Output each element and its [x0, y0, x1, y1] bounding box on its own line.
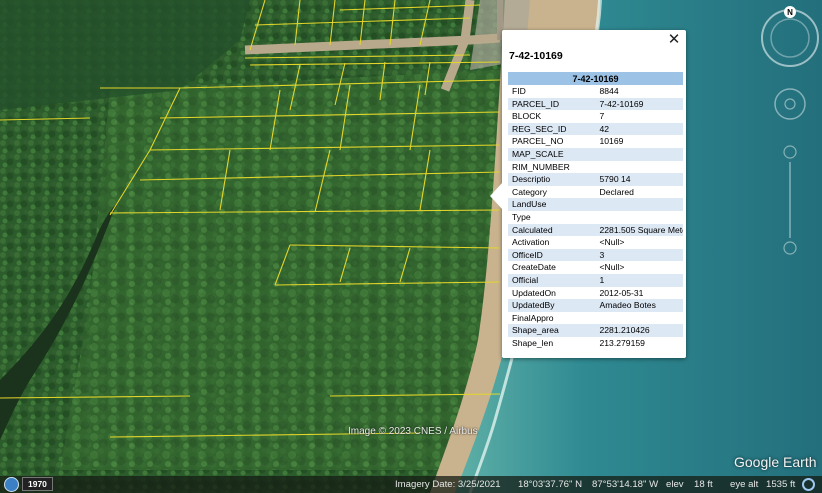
- field-key: FinalAppro: [512, 312, 554, 323]
- field-value: 5790 14: [595, 173, 683, 186]
- field-value: <Null>: [599, 262, 625, 273]
- field-value: 7: [599, 111, 605, 122]
- field-key: Official: [508, 273, 596, 287]
- navigation-controls[interactable]: N: [760, 4, 820, 264]
- field-key: Descriptio: [508, 173, 596, 186]
- field-key: BLOCK: [512, 111, 542, 122]
- parcel-info-balloon: ✕ 7-42-10169 7-42-10169 FID 8844 PARCEL_I…: [490, 30, 686, 358]
- field-key: Category: [512, 186, 547, 197]
- field-key: OfficeID: [508, 248, 596, 262]
- table-row: FID 8844: [508, 85, 683, 98]
- table-row: Descriptio 5790 14: [508, 173, 683, 186]
- north-label: N: [787, 8, 793, 17]
- field-key: CreateDate: [512, 262, 556, 273]
- field-key: PARCEL_ID: [508, 97, 596, 111]
- table-row: FinalAppro: [508, 312, 683, 325]
- table-row: Type: [508, 211, 683, 224]
- eye-altitude-label: eye alt: [730, 479, 759, 490]
- field-value: [596, 161, 684, 174]
- field-key: RIM_NUMBER: [512, 161, 570, 172]
- elevation-label: elev: [666, 479, 684, 490]
- balloon-title: 7-42-10169: [509, 50, 563, 62]
- field-key: UpdatedBy: [508, 299, 596, 312]
- eye-altitude-value: 1535 ft: [766, 479, 796, 490]
- google-earth-logo: Google Earth: [734, 454, 817, 470]
- table-row: CreateDate <Null>: [508, 261, 683, 274]
- field-key: LandUse: [508, 198, 596, 211]
- field-value: 2012-05-31: [599, 287, 644, 298]
- table-row: Shape_len 213.279159: [508, 337, 683, 350]
- elevation-value: 18 ft: [694, 479, 713, 490]
- table-row: LandUse: [508, 198, 683, 211]
- field-value: Amadeo Botes: [595, 299, 683, 312]
- imagery-date: Imagery Date: 3/25/2021: [395, 479, 501, 490]
- field-key: MAP_SCALE: [508, 147, 596, 161]
- field-value: [596, 211, 684, 224]
- status-bar: 1970 Imagery Date: 3/25/2021 18°03'37.76…: [0, 476, 822, 493]
- look-joystick[interactable]: [774, 88, 806, 120]
- field-value: 8844: [599, 86, 619, 96]
- table-row: RIM_NUMBER: [508, 161, 683, 174]
- table-row: REG_SEC_ID 42: [508, 122, 683, 136]
- satellite-imagery: [0, 0, 822, 493]
- field-key: REG_SEC_ID: [508, 122, 596, 136]
- field-value: [595, 198, 683, 211]
- field-value: 213.279159: [599, 337, 645, 348]
- field-key: FID: [512, 86, 526, 96]
- satellite-map-view[interactable]: [0, 0, 822, 493]
- table-row: PARCEL_NO 10169: [508, 135, 683, 148]
- table-row: Official 1: [508, 273, 683, 287]
- table-row: PARCEL_ID 7-42-10169: [508, 97, 683, 111]
- field-value: [596, 312, 684, 325]
- field-key: Activation: [512, 237, 550, 248]
- attribute-table: 7-42-10169 FID 8844 PARCEL_ID 7-42-10169 B…: [508, 72, 683, 349]
- field-value: Declared: [599, 186, 634, 197]
- longitude-readout: 87°53'14.18" W: [592, 479, 659, 490]
- table-row: UpdatedOn 2012-05-31: [508, 287, 683, 300]
- table-row: OfficeID 3: [508, 248, 683, 262]
- historical-year-badge[interactable]: 1970: [22, 477, 53, 491]
- close-icon[interactable]: ✕: [666, 32, 682, 48]
- field-key: PARCEL_NO: [512, 136, 564, 147]
- imagery-copyright: Image © 2023 CNES / Airbus: [348, 426, 478, 437]
- zoom-slider[interactable]: [783, 145, 797, 255]
- field-value: <Null>: [599, 237, 625, 248]
- field-key: Calculated: [508, 223, 596, 237]
- field-key: Shape_area: [508, 324, 596, 337]
- field-value: 7-42-10169: [595, 97, 683, 111]
- latitude-readout: 18°03'37.76" N: [518, 479, 583, 490]
- table-row: Shape_area 2281.210426: [508, 324, 683, 337]
- streaming-status-icon: [802, 478, 815, 491]
- field-key: UpdatedOn: [512, 287, 556, 298]
- field-value: [595, 147, 683, 161]
- field-value: 1: [595, 273, 683, 287]
- attribute-table-header: 7-42-10169: [508, 72, 683, 85]
- field-value: 2281.505 Square Meter(s): [595, 223, 683, 237]
- table-row: BLOCK 7: [508, 110, 683, 123]
- table-row: Calculated2281.505 Square Meter(s): [508, 223, 683, 237]
- compass-ring[interactable]: N: [761, 6, 819, 67]
- field-key: Shape_len: [512, 337, 554, 348]
- historical-imagery-icon[interactable]: [4, 477, 19, 492]
- field-value: 3: [595, 248, 683, 262]
- table-row: MAP_SCALE: [508, 147, 683, 161]
- field-value: 42: [595, 122, 683, 136]
- field-key: Type: [512, 211, 531, 222]
- table-row: Category Declared: [508, 186, 683, 199]
- table-row: UpdatedBy Amadeo Botes: [508, 299, 683, 312]
- table-row: Activation <Null>: [508, 236, 683, 249]
- field-value: 2281.210426: [595, 324, 683, 337]
- field-value: 10169: [599, 136, 624, 147]
- balloon-pointer: [490, 182, 503, 210]
